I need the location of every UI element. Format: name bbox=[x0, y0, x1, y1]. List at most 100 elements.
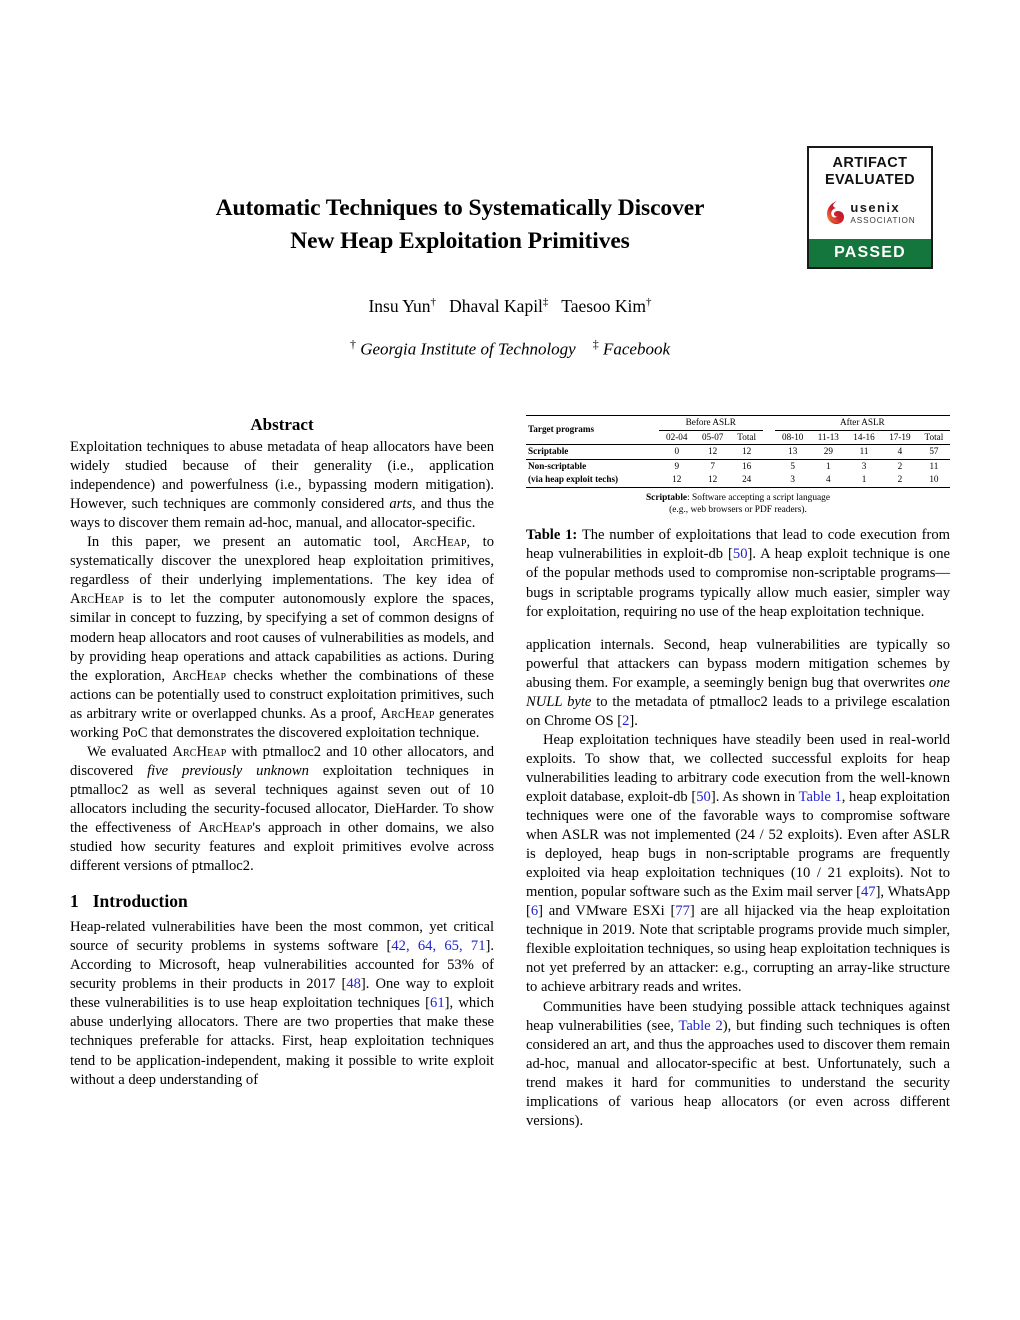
table-row-label-nonscriptable: Non-scriptable bbox=[528, 460, 587, 471]
introduction-number: 1 bbox=[70, 891, 79, 912]
citation-ref[interactable]: 61 bbox=[430, 995, 445, 1011]
table-cell: 4 bbox=[897, 446, 903, 457]
table-cell: 4 bbox=[826, 474, 831, 485]
table-group-header-after-aslr: After ASLR bbox=[774, 415, 950, 431]
table-row: (via heap exploit techs) 12 12 24 3 4 1 … bbox=[526, 473, 950, 488]
table-cell: 9 bbox=[674, 460, 680, 471]
table-corner-header: Target programs bbox=[526, 415, 659, 446]
usenix-wordmark: usenix ASSOCIATION bbox=[850, 201, 915, 225]
table-1-crossref[interactable]: Table 1 bbox=[799, 789, 842, 805]
table-footnote-term: Scriptable bbox=[645, 492, 688, 503]
table-row-sublabel-nonscriptable: (via heap exploit techs) bbox=[528, 474, 619, 485]
table-row-label-scriptable: Scriptable bbox=[528, 446, 569, 457]
citation-ref[interactable]: 50 bbox=[696, 789, 711, 805]
artifact-evaluated-badge: ARTIFACT EVALUATED usenix ASSOCIATION PA… bbox=[807, 146, 933, 269]
table-cell: 11 bbox=[929, 460, 939, 471]
abstract-paragraph-3: We evaluated ArcHeap with ptmalloc2 and … bbox=[70, 743, 494, 875]
citation-ref[interactable]: 50 bbox=[733, 546, 748, 562]
table-col-header: 02-04 bbox=[666, 431, 688, 442]
abstract-emph-five: five previously unknown bbox=[147, 762, 309, 779]
citation-ref[interactable]: 47 bbox=[861, 884, 876, 900]
table-col-header: 14-16 bbox=[853, 431, 875, 442]
tool-name: ArcHeap bbox=[412, 534, 467, 551]
affiliation-2-mark: ‡ bbox=[592, 337, 599, 351]
table-cell: 29 bbox=[823, 446, 833, 457]
table-2-crossref[interactable]: Table 2 bbox=[678, 1018, 722, 1034]
introduction-heading: 1 Introduction bbox=[70, 892, 494, 911]
table-cell: 1 bbox=[861, 474, 867, 485]
table-footnote-rest: : Software accepting a script language bbox=[687, 492, 831, 503]
citation-ref[interactable]: 2 bbox=[622, 713, 629, 729]
table-header-row-groups: Target programs Before ASLR After ASLR bbox=[526, 415, 950, 446]
introduction-paragraph-3: Communities have been studying possible … bbox=[526, 998, 950, 1129]
table-cell: 1 bbox=[826, 460, 831, 471]
table-cell: 24 bbox=[742, 474, 752, 485]
author-2: Dhaval Kapil‡ bbox=[449, 295, 549, 316]
badge-line-evaluated: EVALUATED bbox=[824, 172, 916, 188]
table-1: Target programs Before ASLR After ASLR 0… bbox=[526, 415, 950, 622]
introduction-paragraph-1: Heap-related vulnerabilities have been t… bbox=[70, 919, 495, 1088]
introduction-title: Introduction bbox=[92, 891, 188, 912]
table-col-header: 08-10 bbox=[781, 431, 804, 442]
paper-page: ARTIFACT EVALUATED usenix ASSOCIATION PA… bbox=[0, 0, 1020, 1320]
table-cell: 2 bbox=[897, 460, 903, 471]
table-caption-label: Table 1: bbox=[526, 527, 578, 544]
author-1-mark: † bbox=[430, 296, 437, 308]
table-col-header: 05-07 bbox=[701, 431, 724, 442]
table-cell: 3 bbox=[790, 474, 795, 485]
abstract-paragraph-2: In this paper, we present an automatic t… bbox=[70, 534, 494, 741]
table-col-header: 17-19 bbox=[889, 431, 911, 442]
table-footnote-line2: (e.g., web browsers or PDF readers). bbox=[669, 505, 807, 516]
title-line-1: Automatic Techniques to Systematically D… bbox=[215, 195, 705, 221]
usenix-association: ASSOCIATION bbox=[850, 215, 916, 225]
table-row: Non-scriptable 9 7 16 5 1 3 2 11 bbox=[526, 459, 950, 473]
abstract-emph-arts: arts bbox=[389, 496, 413, 513]
author-3: Taesoo Kim† bbox=[561, 295, 652, 316]
table-cell: 2 bbox=[897, 474, 903, 485]
table-footnote: Scriptable: Software accepting a script … bbox=[526, 492, 950, 516]
affiliation-list: † Georgia Institute of Technology ‡ Face… bbox=[130, 332, 890, 362]
right-column: Target programs Before ASLR After ASLR 0… bbox=[526, 415, 950, 1131]
affiliation-2-name: Facebook bbox=[602, 339, 670, 359]
table-col-header: Total bbox=[924, 431, 944, 442]
table-cell: 12 bbox=[708, 474, 718, 485]
table-cell: 57 bbox=[929, 446, 939, 457]
introduction-paragraph-2: Heap exploitation techniques have steadi… bbox=[526, 731, 950, 996]
usenix-logo: usenix ASSOCIATION bbox=[809, 189, 931, 239]
tool-name: ArcHeap bbox=[172, 667, 227, 684]
abstract-paragraph-1: Exploitation techniques to abuse metadat… bbox=[70, 439, 494, 532]
table-cell: 13 bbox=[788, 446, 798, 457]
table-cell: 12 bbox=[742, 446, 752, 457]
citation-ref[interactable]: 48 bbox=[346, 976, 361, 992]
citation-ref[interactable]: 42, 64, 65, 71 bbox=[391, 938, 485, 954]
author-2-mark: ‡ bbox=[542, 296, 549, 308]
table-cell: 3 bbox=[861, 460, 867, 471]
tool-name: ArcHeap bbox=[380, 705, 435, 722]
left-column: Abstract Exploitation techniques to abus… bbox=[70, 415, 494, 1090]
abstract-heading: Abstract bbox=[250, 415, 314, 434]
table-col-header: Total bbox=[737, 431, 757, 442]
citation-ref[interactable]: 6 bbox=[531, 903, 538, 919]
table-group-header-before-aslr: Before ASLR bbox=[658, 415, 763, 431]
table-cell: 5 bbox=[790, 460, 795, 471]
author-list: Insu Yun† Dhaval Kapil‡ Taesoo Kim† bbox=[130, 290, 890, 318]
usenix-flame-icon bbox=[824, 200, 846, 226]
tool-name: ArcHeap bbox=[198, 819, 253, 836]
table-cell: 16 bbox=[742, 460, 752, 471]
badge-title-block: ARTIFACT EVALUATED bbox=[809, 148, 931, 189]
badge-status-passed: PASSED bbox=[809, 239, 931, 267]
title-line-2: New Heap Exploitation Primitives bbox=[290, 228, 630, 254]
author-3-mark: † bbox=[646, 296, 652, 308]
affiliation-1-mark: † bbox=[349, 337, 356, 351]
citation-ref[interactable]: 77 bbox=[675, 903, 690, 919]
badge-line-artifact: ARTIFACT bbox=[832, 155, 908, 171]
table-cell: 11 bbox=[859, 446, 869, 457]
table-row: Scriptable 0 12 12 13 29 11 4 57 bbox=[526, 445, 950, 460]
intro-paragraph-1-continued: application internals. Second, heap vuln… bbox=[526, 636, 950, 729]
exploitation-counts-table: Target programs Before ASLR After ASLR 0… bbox=[526, 415, 950, 488]
table-cell: 12 bbox=[708, 446, 718, 457]
tool-name: ArcHeap bbox=[70, 591, 125, 608]
affiliation-1-name: Georgia Institute of Technology bbox=[360, 339, 576, 359]
emph-one-null-byte: one NULL byte bbox=[526, 674, 950, 710]
table-cell: 0 bbox=[674, 446, 680, 457]
